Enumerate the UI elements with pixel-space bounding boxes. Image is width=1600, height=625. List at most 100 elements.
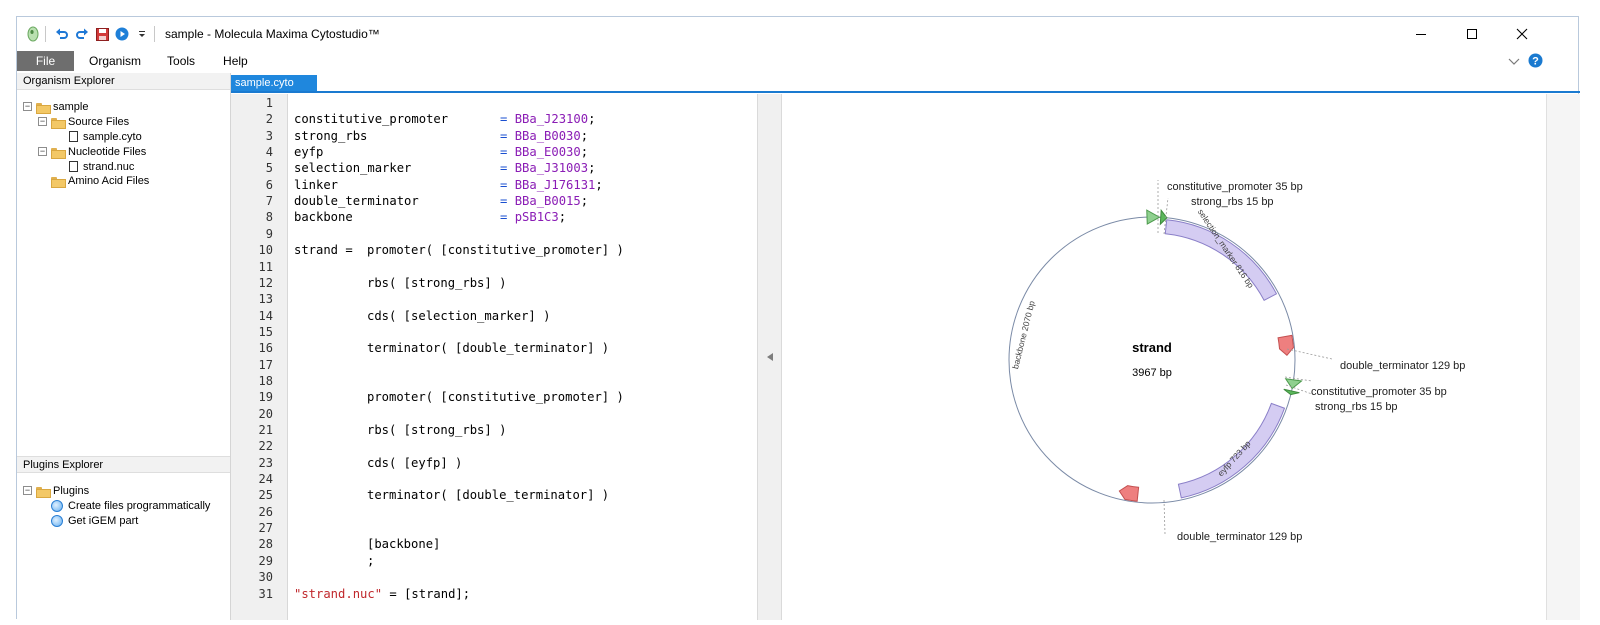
folder-icon (51, 117, 66, 129)
plugin-get-igem-part[interactable]: Get iGEM part (51, 513, 138, 528)
tree-item-sample-cyto[interactable]: sample.cyto (69, 129, 142, 144)
code-token: terminator( [double_terminator] ) (367, 488, 610, 503)
label-double-terminator: double_terminator 129 bp (1177, 531, 1302, 543)
line-number: 2 (265, 112, 273, 127)
minimize-icon (1416, 34, 1426, 35)
line-number: 16 (258, 341, 273, 356)
organism-explorer-header: Organism Explorer (17, 73, 230, 90)
tree-item-sample[interactable]: − sample (23, 99, 88, 114)
toolbar-separator (45, 26, 46, 42)
menu-file[interactable]: File (17, 51, 74, 71)
menu-organism[interactable]: Organism (74, 51, 155, 71)
tree-item-strand-nuc[interactable]: strand.nuc (69, 159, 134, 174)
line-number: 7 (265, 194, 273, 209)
label-constitutive-promoter: constitutive_promoter 35 bp (1167, 181, 1303, 193)
tab-sample-cyto[interactable]: sample.cyto (231, 75, 317, 91)
line-number: 21 (258, 423, 273, 437)
line-number: 14 (258, 308, 273, 323)
globe-icon (51, 514, 63, 527)
code-line: ; (367, 554, 374, 568)
tree-item-amino-acid-files[interactable]: Amino Acid Files (51, 173, 149, 188)
code-identifier: backbone (294, 210, 353, 225)
file-icon (69, 161, 78, 172)
vertical-scrollbar[interactable] (1546, 94, 1580, 620)
code-part-id: BBa_B0030 (514, 128, 581, 143)
save-icon[interactable] (94, 26, 110, 42)
label-constitutive-promoter: constitutive_promoter 35 bp (1311, 386, 1447, 398)
code-operator: = (500, 112, 515, 127)
plasmid-backbone-ring (1008, 216, 1296, 504)
line-number: 8 (265, 210, 273, 225)
tree-label: Get iGEM part (68, 514, 139, 527)
code-token: terminator( [double_terminator] ) (367, 341, 610, 356)
code-line: terminator( [double_terminator] ) (367, 488, 609, 502)
run-icon[interactable] (114, 26, 130, 42)
menu-help[interactable]: Help (209, 51, 262, 71)
undo-icon[interactable] (54, 26, 70, 42)
tree-label: Plugins (53, 484, 90, 497)
line-number: 27 (258, 521, 273, 536)
promoter-glyph (1284, 378, 1303, 390)
app-window: sample - Molecula Maxima Cytostudio™ Fil… (16, 16, 1580, 620)
collapse-left-icon[interactable] (765, 352, 775, 362)
tree-item-nucleotide-files[interactable]: − Nucleotide Files (38, 144, 146, 159)
code-part-id: BBa_E0030 (514, 145, 581, 160)
help-icon[interactable]: ? (1528, 53, 1543, 73)
redo-icon[interactable] (74, 26, 90, 42)
line-number: 3 (265, 128, 273, 143)
line-number: 17 (258, 357, 273, 372)
code-part-id: BBa_J23100 (514, 112, 589, 127)
code-identifier: strong_rbs (294, 128, 368, 143)
line-number: 10 (258, 243, 273, 258)
label-strong-rbs: strong_rbs 15 bp (1191, 196, 1274, 208)
menu-tools[interactable]: Tools (155, 51, 209, 71)
code-token: strand = (294, 243, 353, 258)
menu-bar: File Organism Tools Help ? (17, 51, 1578, 71)
minimize-button[interactable] (1398, 17, 1444, 51)
terminator-glyph (1277, 334, 1294, 356)
line-number: 28 (258, 537, 273, 552)
code-token: = [strand]; (382, 586, 471, 601)
code-token: promoter( [constitutive_promoter] ) (367, 243, 624, 258)
cds-eyfp (1177, 402, 1286, 499)
customize-toolbar-icon[interactable] (134, 26, 150, 42)
folder-icon (51, 176, 66, 188)
tree-label: Nucleotide Files (68, 145, 147, 158)
left-panel: Organism Explorer − sample − Source File… (17, 73, 231, 620)
code-token: [backbone] (367, 537, 441, 552)
code-operator: = (500, 194, 515, 209)
plugins-explorer: Plugins Explorer (17, 456, 230, 473)
tree-item-source-files[interactable]: − Source Files (38, 114, 129, 129)
tree-item-plugins[interactable]: − Plugins (23, 483, 89, 498)
tree-label: sample.cyto (83, 130, 142, 143)
collapse-icon[interactable]: − (23, 102, 32, 111)
code-editor[interactable]: 1 2 3 4 5 6 7 8 9 10 11 12 13 14 15 16 17 18 19 20 21 22 23 24 2… (231, 94, 757, 620)
code-identifier: selection_marker (294, 161, 412, 176)
tree-label: strand.nuc (83, 160, 135, 173)
maximize-button[interactable] (1449, 17, 1495, 51)
collapse-icon[interactable]: − (23, 486, 32, 495)
collapse-icon[interactable]: − (38, 147, 47, 156)
code-operator: = (500, 210, 515, 225)
code-semicolon: ; (558, 210, 567, 225)
code-part-id: BBa_J176131 (514, 177, 596, 192)
code-token: rbs( [strong_rbs] ) (367, 275, 507, 290)
code-line: rbs( [strong_rbs] ) (367, 423, 506, 437)
app-logo-icon (25, 26, 41, 42)
pane-splitter[interactable] (757, 94, 782, 620)
line-number: 22 (258, 439, 273, 454)
code-part-id: BBa_J31003 (514, 161, 589, 176)
plasmid-map: strand 3967 bp constitutive_promoter 35 bp… (1008, 180, 1465, 543)
label-backbone: backbone 2070 bp (1010, 299, 1037, 370)
folder-icon (36, 486, 51, 498)
label-selection-marker: selection_marker 816 bp (1196, 207, 1256, 290)
collapse-ribbon-icon[interactable] (1508, 54, 1520, 72)
code-line: backbone = pSB1C3; (294, 210, 566, 224)
code-operator: = (500, 128, 515, 143)
collapse-icon[interactable]: − (38, 117, 47, 126)
leader-line (1163, 499, 1166, 535)
close-button[interactable] (1499, 17, 1545, 51)
plugin-create-files[interactable]: Create files programmatically (51, 498, 210, 513)
line-number: 29 (258, 553, 273, 568)
line-number: 24 (258, 472, 273, 487)
